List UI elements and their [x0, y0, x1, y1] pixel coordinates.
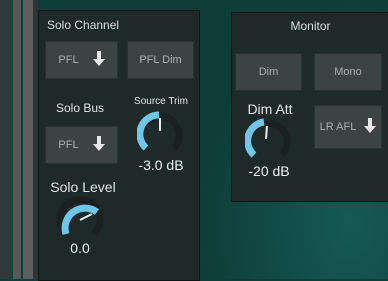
solo-bus-value: PFL [58, 139, 79, 151]
monitor-panel: Monitor Dim Mono Dim Att -20 dB LR AFL [231, 12, 388, 202]
solo-level-value: 0.0 [70, 240, 90, 256]
lr-afl-dropdown[interactable]: LR AFL [314, 105, 382, 149]
mono-label: Mono [334, 66, 362, 78]
down-arrow-icon [92, 50, 105, 70]
source-trim-knob[interactable] [136, 111, 183, 157]
dim-att-value: -20 dB [248, 163, 290, 179]
source-trim-value: -3.0 dB [138, 157, 184, 173]
dim-button[interactable]: Dim [235, 53, 302, 91]
rotary-knob-icon [136, 111, 183, 151]
solo-level-knob[interactable] [56, 196, 104, 244]
solo-level-label: Solo Level [50, 179, 116, 195]
lr-afl-label: LR AFL [319, 121, 357, 133]
edge-strip [13, 0, 21, 279]
pfl-dim-button[interactable]: PFL Dim [127, 41, 194, 79]
source-trim-label: Source Trim [134, 96, 188, 107]
rotary-knob-icon [244, 118, 291, 158]
dim-att-label: Dim Att [247, 101, 293, 117]
solo-bus-label: Solo Bus [55, 101, 105, 115]
rotary-knob-icon [56, 196, 104, 237]
edge-strip [23, 0, 33, 279]
pfl-dropdown[interactable]: PFL [45, 41, 118, 79]
monitor-title: Monitor [290, 19, 331, 33]
pfl-dim-label: PFL Dim [139, 54, 182, 66]
down-arrow-icon [92, 135, 105, 155]
edge-strip [0, 0, 12, 279]
solo-channel-title: Solo Channel [47, 18, 120, 32]
dim-label: Dim [258, 66, 279, 78]
dim-att-knob[interactable] [244, 118, 291, 164]
solo-channel-panel: Solo Channel PFL PFL Dim Solo Bus PFL So… [38, 10, 200, 281]
solo-bus-dropdown[interactable]: PFL [45, 126, 118, 164]
down-arrow-icon [364, 117, 377, 137]
pfl-label: PFL [58, 54, 79, 66]
mono-button[interactable]: Mono [314, 53, 382, 91]
